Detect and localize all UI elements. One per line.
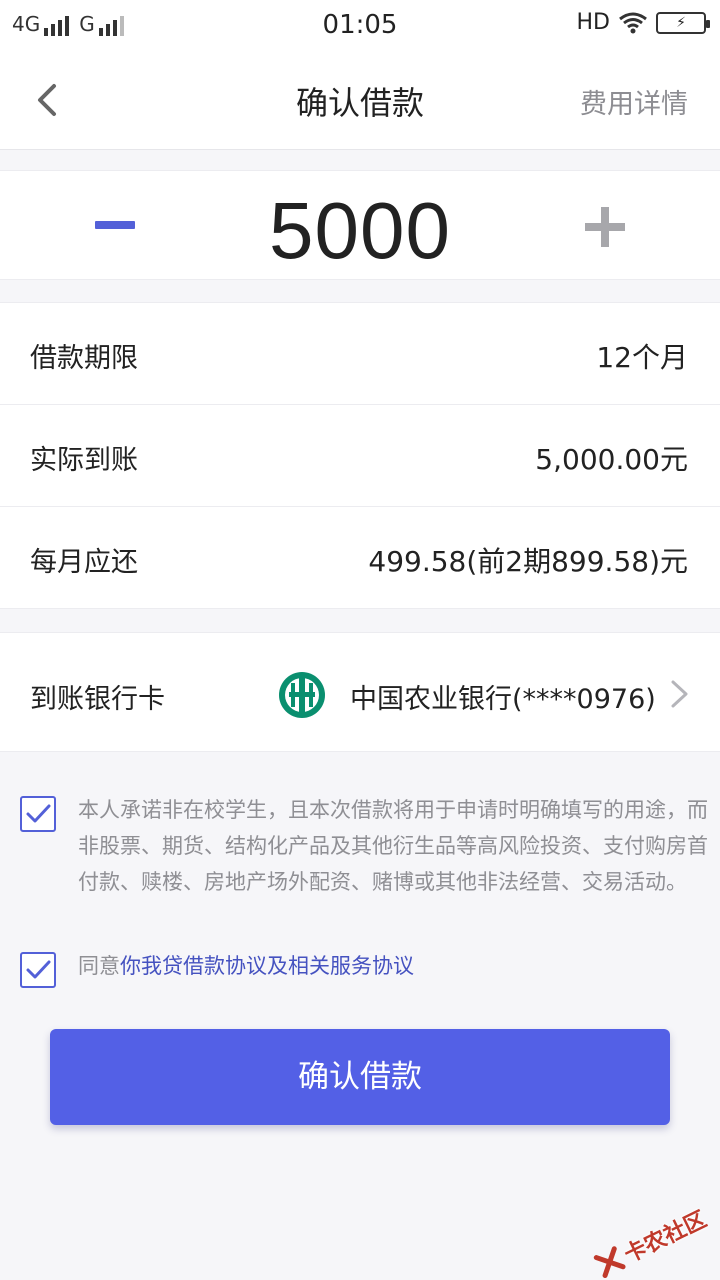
actual-received-row: 实际到账 5,000.00元: [0, 405, 720, 507]
commitment-text: 本人承诺非在校学生，且本次借款将用于申请时明确填写的用途，而非股票、期货、结构化…: [78, 798, 708, 894]
confirm-loan-button[interactable]: 确认借款: [50, 1029, 670, 1125]
nav-bar: 确认借款 费用详情: [0, 52, 720, 150]
agree-prefix: 同意: [78, 954, 120, 978]
abc-bank-logo-icon: [279, 672, 325, 718]
watermark-text: 卡农社区: [620, 1207, 711, 1269]
commitment-checkbox[interactable]: [20, 796, 56, 832]
checkmark-icon: [26, 804, 51, 823]
status-icons: HD ⚡: [576, 10, 710, 35]
service-agreement: 同意你我贷借款协议及相关服务协议: [20, 952, 700, 992]
agreement-text: 同意你我贷借款协议及相关服务协议: [78, 948, 708, 984]
loan-term-value: 12个月: [596, 341, 688, 374]
watermark: 卡农社区: [591, 1202, 711, 1280]
agreement-checkbox[interactable]: [20, 952, 56, 988]
monthly-repayment-value: 499.58(前2期899.58)元: [368, 545, 688, 578]
agreement-link[interactable]: 你我贷借款协议及相关服务协议: [120, 954, 414, 978]
amount-stepper: 5000: [0, 170, 720, 280]
bank-card-row[interactable]: 到账银行卡 中国农业银行(****0976): [0, 632, 720, 752]
monthly-repayment-label: 每月应还: [30, 547, 138, 578]
loan-term-row: 借款期限 12个月: [0, 303, 720, 405]
status-bar: 4G G 01:05 HD ⚡: [0, 0, 720, 52]
loan-term-label: 借款期限: [30, 343, 138, 374]
actual-received-value: 5,000.00元: [535, 443, 688, 476]
increase-amount-button[interactable]: [585, 207, 625, 247]
actual-received-label: 实际到账: [30, 445, 138, 476]
bank-name: 中国农业银行(****0976): [350, 684, 656, 715]
commitment-agreement: 本人承诺非在校学生，且本次借款将用于申请时明确填写的用途，而非股票、期货、结构化…: [20, 796, 708, 926]
chevron-right-icon: [671, 680, 688, 708]
hd-badge: HD: [576, 10, 610, 35]
battery-icon: ⚡: [656, 11, 710, 34]
checkmark-icon: [26, 960, 51, 979]
loan-details: 借款期限 12个月 实际到账 5,000.00元 每月应还 499.58(前2期…: [0, 302, 720, 609]
fee-details-link[interactable]: 费用详情: [580, 82, 688, 121]
bank-card-label: 到账银行卡: [30, 684, 165, 715]
wifi-icon: [619, 12, 647, 33]
monthly-repayment-row: 每月应还 499.58(前2期899.58)元: [0, 507, 720, 609]
